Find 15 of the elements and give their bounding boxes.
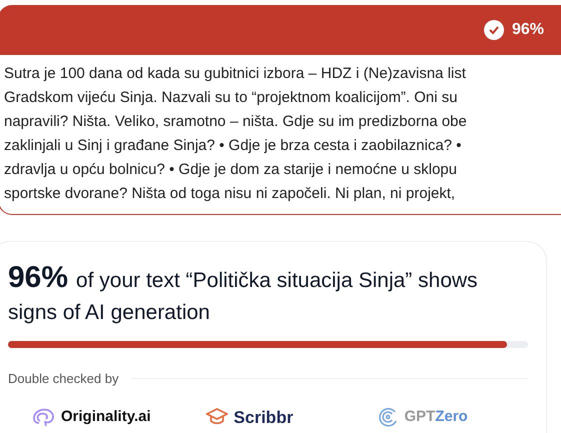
graduation-cap-icon — [206, 408, 228, 426]
text-line: napravili? Ništa. Veliko, sramotno – ništa. Gdje su im predizborna obe — [4, 112, 467, 132]
result-headline: 96% of your text “Politička situacija Sinja” shows signs of AI generation — [8, 262, 478, 326]
brand-logo: GPTZero — [404, 407, 468, 427]
brand-logo: Originality.ai — [61, 407, 151, 427]
score-text: 96% — [512, 20, 544, 40]
double-checked-label: Double checked by — [8, 370, 119, 388]
text-line: zdravlja u opću bolnicu? • Gdje je dom za starije i nemoćne u sklopu — [4, 160, 457, 180]
text-line: Gradskom vijeću Sinja. Nazvali su to “projektnom koalicijom”. Oni su — [4, 88, 458, 108]
brand-logo: Scribbr — [234, 406, 294, 428]
check-circle-icon — [484, 20, 504, 40]
text-line: sportske dvorane? Ništa od toga nisu ni započeli. Ni plan, ni projekt, — [4, 184, 456, 204]
text-line: Sutra je 100 dana od kada su gubitnici izbora – HDZ i (Ne)zavisna list — [4, 64, 466, 84]
text-line: zaklinjali u Sinj i građane Sinja? • Gdje je brza cesta i zaobilaznica? • — [4, 136, 462, 156]
ring-icon — [378, 407, 398, 428]
